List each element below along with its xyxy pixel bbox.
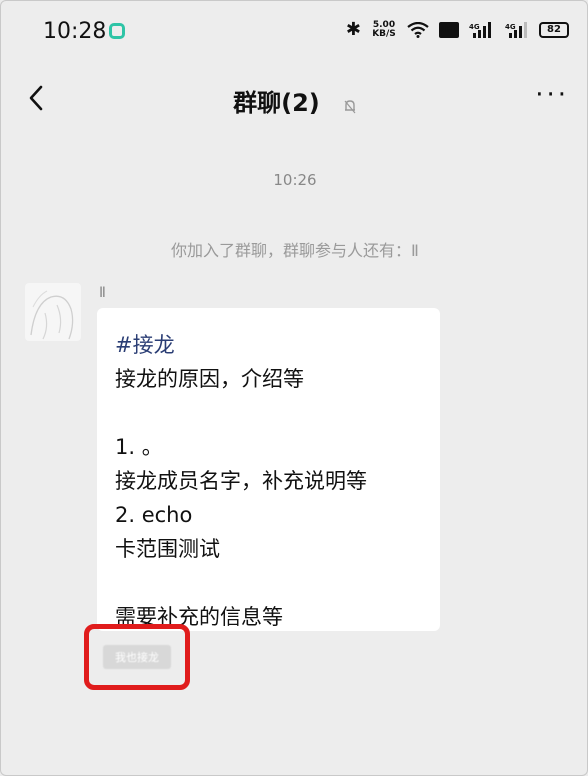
bluetooth-icon: ✱ bbox=[345, 19, 361, 40]
chain-message-bubble[interactable]: #接龙 接龙的原因，介绍等 1. 。 接龙成员名字，补充说明等 2. echo … bbox=[97, 308, 440, 631]
message-line bbox=[115, 396, 422, 430]
svg-text:4G: 4G bbox=[469, 23, 480, 31]
sender-name: Ⅱ bbox=[99, 285, 106, 301]
message-line: 2. echo bbox=[115, 503, 193, 527]
more-options-icon[interactable]: ··· bbox=[535, 82, 569, 108]
app-notification-icon bbox=[109, 23, 125, 39]
phone-screen: 10:28 ✱ 5.00 KB/S NFC 4G 4G 82 群聊(2) ···… bbox=[0, 0, 588, 776]
net-speed-indicator: 5.00 KB/S bbox=[372, 19, 396, 39]
status-time: 10:28 bbox=[43, 19, 107, 44]
message-line: 1. 。 bbox=[115, 435, 163, 459]
title-area: 群聊(2) bbox=[1, 83, 587, 118]
wifi-icon bbox=[407, 21, 429, 38]
chat-title: 群聊(2) bbox=[233, 89, 320, 117]
sender-avatar[interactable] bbox=[25, 283, 81, 341]
chat-header: 群聊(2) ··· bbox=[1, 63, 587, 133]
highlight-box: 我也接龙 bbox=[84, 624, 190, 690]
signal-icon-2: 4G bbox=[505, 21, 529, 38]
message-timestamp: 10:26 bbox=[273, 171, 317, 189]
message-line: 卡范围测试 bbox=[115, 537, 220, 561]
status-bar: 10:28 ✱ 5.00 KB/S NFC 4G 4G 82 bbox=[1, 1, 587, 63]
message-line: #接龙 bbox=[115, 333, 175, 357]
signal-icon-1: 4G bbox=[469, 21, 495, 38]
system-message: 你加入了群聊，群聊参与人还有：Ⅱ bbox=[171, 241, 419, 260]
nfc-icon: NFC bbox=[439, 21, 459, 38]
join-chain-button[interactable]: 我也接龙 bbox=[103, 645, 171, 669]
message-line: 接龙成员名字，补充说明等 bbox=[115, 469, 367, 493]
battery-icon: 82 bbox=[539, 21, 569, 38]
svg-text:4G: 4G bbox=[505, 23, 516, 31]
message-line: 接龙的原因，介绍等 bbox=[115, 367, 304, 391]
mute-bell-icon bbox=[343, 99, 357, 115]
status-icons: ✱ 5.00 KB/S NFC 4G 4G 82 bbox=[346, 19, 569, 40]
message-line bbox=[115, 566, 422, 600]
